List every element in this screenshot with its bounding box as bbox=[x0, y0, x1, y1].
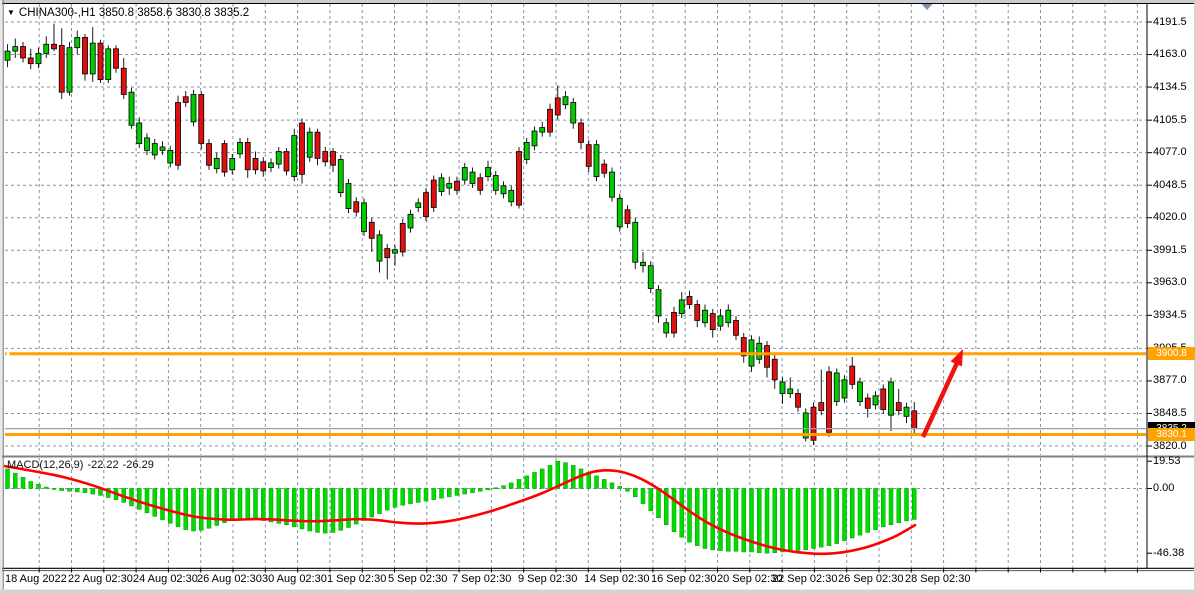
chart-canvas[interactable] bbox=[0, 0, 1196, 594]
price-axis-label: 3934.5 bbox=[1153, 310, 1187, 321]
price-axis-label: 4077.0 bbox=[1153, 147, 1187, 158]
price-axis-label: 4105.5 bbox=[1153, 115, 1187, 126]
macd-axis-label: -46.38 bbox=[1153, 548, 1184, 559]
macd-axis-label: 19.53 bbox=[1153, 456, 1181, 467]
time-axis-label: 18 Aug 2022 bbox=[5, 574, 67, 585]
macd-indicator-label: MACD(12,26,9) -22.22 -26.29 bbox=[7, 459, 158, 471]
time-axis-label: 30 Aug 02:30 bbox=[262, 574, 327, 585]
macd-value-signal: -26.29 bbox=[123, 459, 154, 471]
ohlc-values: 3850.8 3858.6 3830.8 3835.2 bbox=[99, 7, 249, 19]
price-axis-label: 4134.5 bbox=[1153, 82, 1187, 93]
time-axis-label: 26 Sep 02:30 bbox=[838, 574, 903, 585]
time-axis-label: 26 Aug 02:30 bbox=[197, 574, 262, 585]
price-axis-label: 3877.0 bbox=[1153, 375, 1187, 386]
price-axis-label: 4020.0 bbox=[1153, 212, 1187, 223]
time-axis-label: 5 Sep 02:30 bbox=[388, 574, 447, 585]
time-axis-label: 22 Aug 02:30 bbox=[68, 574, 133, 585]
macd-axis-label: 0.00 bbox=[1153, 483, 1174, 494]
support-price-tag[interactable]: 3830.1 bbox=[1148, 428, 1195, 441]
time-axis-label: 1 Sep 02:30 bbox=[327, 574, 386, 585]
price-axis-label: 4048.5 bbox=[1153, 180, 1187, 191]
time-axis-label: 9 Sep 02:30 bbox=[518, 574, 577, 585]
macd-name: MACD(12,26,9) bbox=[7, 459, 83, 471]
time-axis-label: 28 Sep 02:30 bbox=[905, 574, 970, 585]
time-axis-label: 22 Sep 02:30 bbox=[772, 574, 837, 585]
price-axis-label: 3991.5 bbox=[1153, 245, 1187, 256]
price-axis-label: 3820.0 bbox=[1153, 441, 1187, 452]
symbol-period-label: CHINA300-,H1 bbox=[19, 7, 96, 19]
resistance-price-tag[interactable]: 3900.8 bbox=[1148, 347, 1195, 360]
time-axis-label: 7 Sep 02:30 bbox=[452, 574, 511, 585]
price-axis-label: 4191.5 bbox=[1153, 17, 1187, 28]
chart-title: ▼ CHINA300-,H1 3850.8 3858.6 3830.8 3835.… bbox=[7, 6, 249, 20]
time-axis-label: 14 Sep 02:30 bbox=[584, 574, 649, 585]
symbol-dropdown-icon[interactable]: ▼ bbox=[7, 8, 15, 17]
price-axis-label: 3963.0 bbox=[1153, 277, 1187, 288]
chart-window: ▼ CHINA300-,H1 3850.8 3858.6 3830.8 3835.… bbox=[0, 0, 1196, 594]
price-axis-label: 4163.0 bbox=[1153, 49, 1187, 60]
price-axis-label: 3848.5 bbox=[1153, 408, 1187, 419]
macd-value-main: -22.22 bbox=[87, 459, 118, 471]
time-axis-label: 24 Aug 02:30 bbox=[133, 574, 198, 585]
resistance-line[interactable] bbox=[5, 352, 1146, 355]
time-axis-label: 16 Sep 02:30 bbox=[651, 574, 716, 585]
